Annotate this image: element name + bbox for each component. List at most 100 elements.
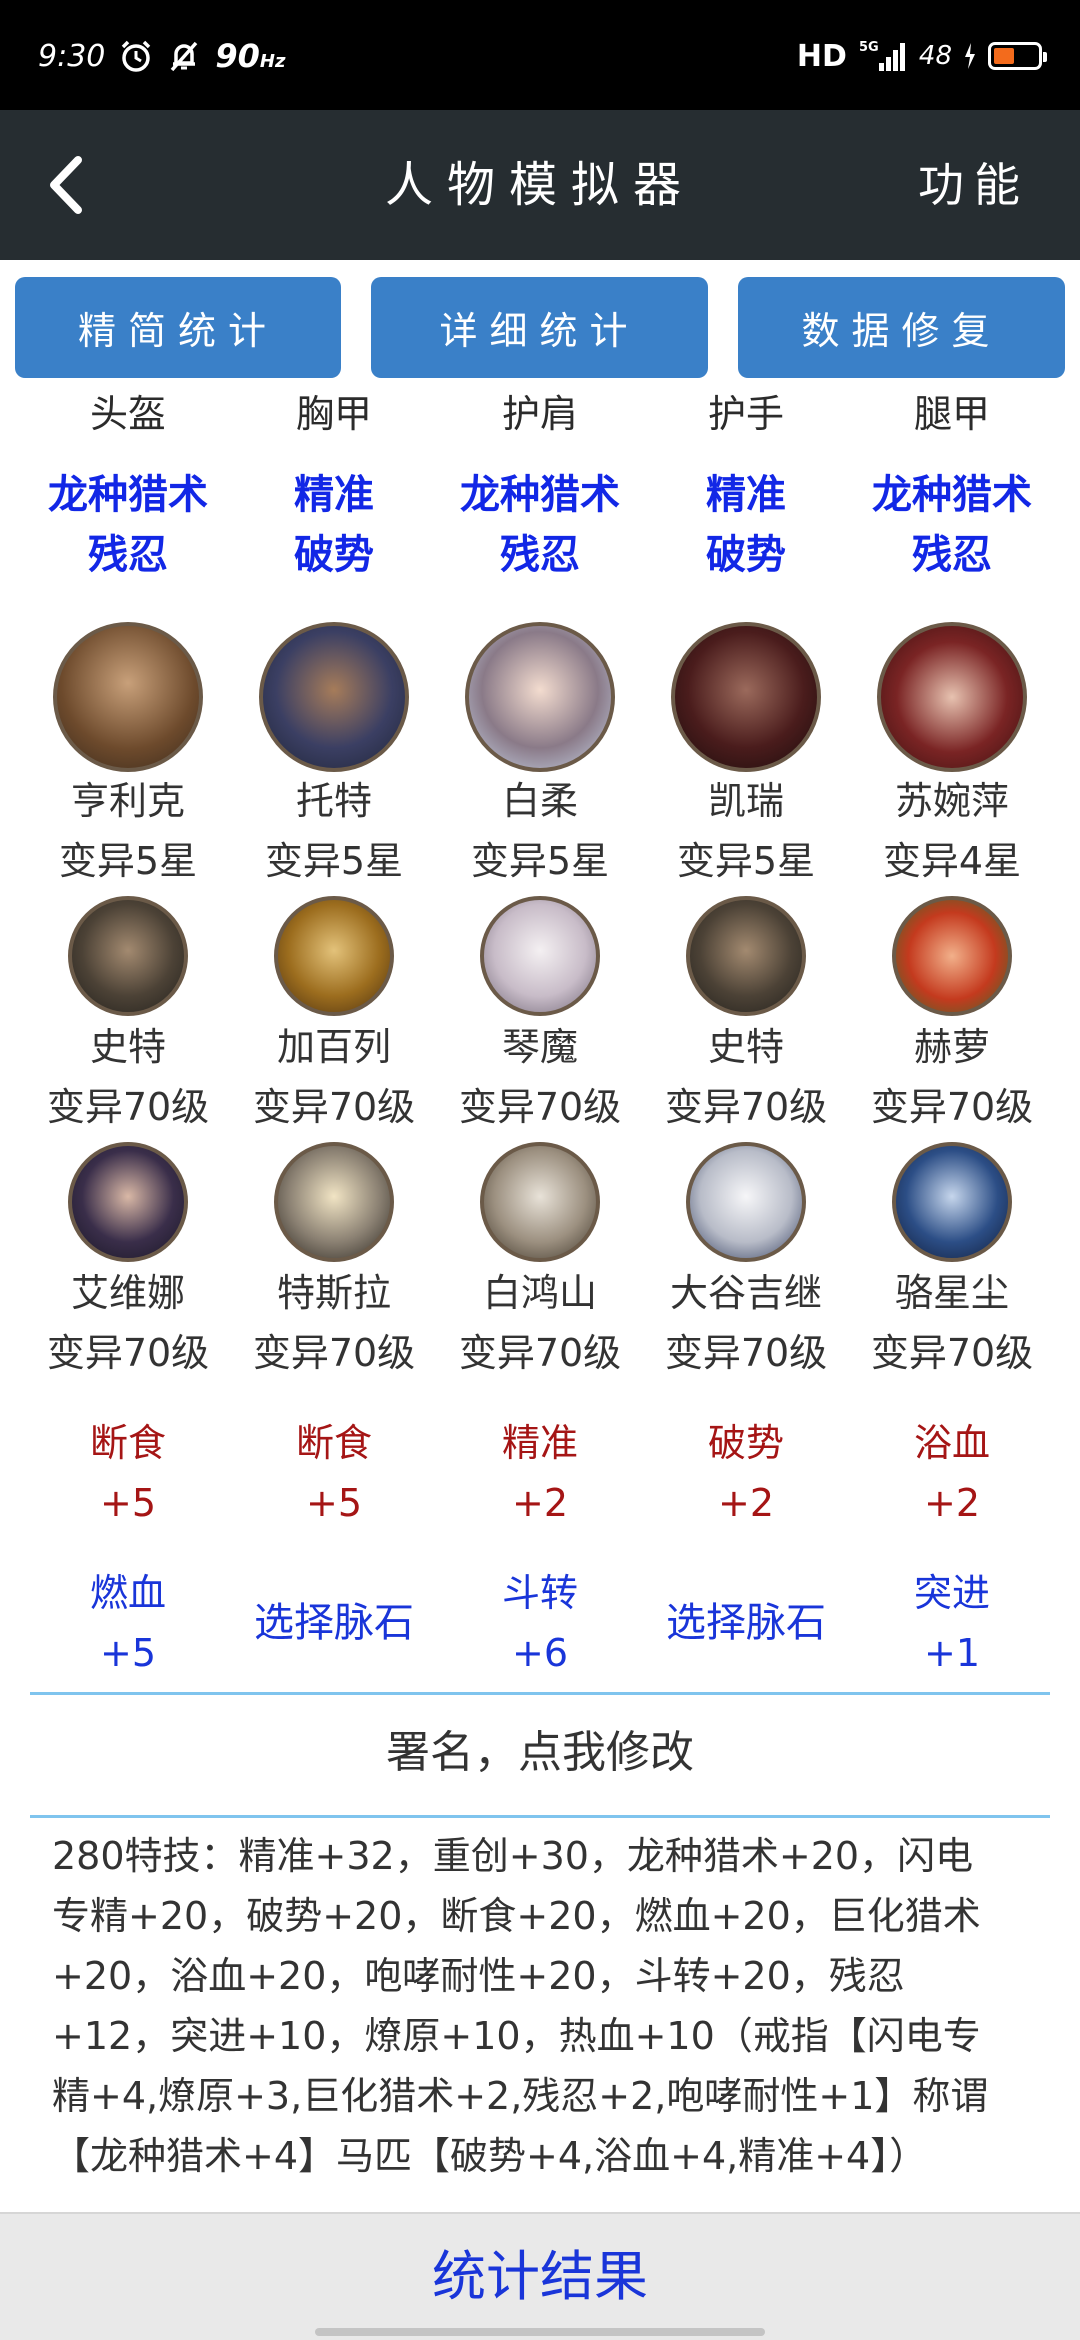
summary-line: 精+4,燎原+3,巨化猎术+2,残忍+2,咆哮耐性+1】称谓 [52,2074,989,2118]
summary-line: +12，突进+10，燎原+10，热血+10（戒指【闪电专 [52,2014,981,2058]
hero-info: 凯瑞 变异5星 [643,771,849,891]
tab-simple-stats[interactable]: 精简统计 [15,277,341,378]
vein-stone-red[interactable]: 精准 +2 [437,1413,643,1533]
hero-level: 变异70级 [252,1331,416,1375]
hero-portrait-avatar[interactable] [465,622,615,772]
vein-stone-value: +1 [923,1631,981,1675]
mute-bell-icon [171,41,198,72]
vein-stone-blue[interactable]: 斗转 +6 [437,1563,643,1683]
vein-stone-red[interactable]: 断食 +5 [25,1413,231,1533]
hero-info: 加百列 变异70级 [231,1017,437,1137]
hero-portrait-avatar[interactable] [686,1142,806,1262]
hero-portrait-avatar[interactable] [892,896,1012,1016]
hero-level: 变异70级 [46,1085,210,1129]
hero-portrait-avatar[interactable] [53,622,203,772]
equip-skill-chest[interactable]: 精准 破势 [231,465,437,585]
hero-level: 变异5星 [676,839,816,883]
hero-name: 白鸿山 [482,1271,597,1315]
equip-slot-label: 护肩 [501,392,578,436]
equip-slot-label: 腿甲 [913,392,990,436]
hero-portrait-avatar[interactable] [480,896,600,1016]
equip-skill-legs[interactable]: 龙种猎术 残忍 [849,465,1055,585]
refresh-rate: 90Hz [215,37,286,75]
hero-portrait-avatar[interactable] [480,1142,600,1262]
hero-name: 赫萝 [913,1025,990,1069]
tab-detailed-stats[interactable]: 详细统计 [371,277,708,378]
hero-level: 变异4星 [882,839,1022,883]
hero-name: 苏婉萍 [894,779,1009,823]
equip-skill-primary: 精准 [294,472,374,518]
choose-vein-stone-label: 选择脉石 [254,1600,414,1646]
vein-stone-name: 断食 [295,1421,372,1465]
hero-info: 大谷吉继 变异70级 [643,1263,849,1383]
function-menu-button[interactable]: 功能 [918,110,1030,260]
choose-vein-stone-button[interactable]: 选择脉石 [643,1593,849,1653]
hero-info: 艾维娜 变异70级 [25,1263,231,1383]
equip-skill-secondary: 残忍 [912,532,992,578]
hero-portrait-avatar[interactable] [686,896,806,1016]
hero-name: 史特 [707,1025,784,1069]
hero-name: 凯瑞 [707,779,784,823]
hero-name: 艾维娜 [70,1271,185,1315]
hero-level: 变异5星 [470,839,610,883]
hero-portrait-avatar[interactable] [274,1142,394,1262]
hero-portrait-avatar[interactable] [892,1142,1012,1262]
status-right: HD 5G 48 [797,30,1047,82]
equip-skill-gloves[interactable]: 精准 破势 [643,465,849,585]
hero-level: 变异70级 [252,1085,416,1129]
hero-info: 亨利克 变异5星 [25,771,231,891]
hero-name: 骆星尘 [894,1271,1009,1315]
choose-vein-stone-button[interactable]: 选择脉石 [231,1593,437,1653]
stats-result-button[interactable]: 统计结果 [0,2212,1080,2340]
network-label: 5G [859,40,879,55]
status-left: 9:30 90Hz [38,30,285,82]
hero-portrait-avatar[interactable] [68,896,188,1016]
choose-vein-stone-label: 选择脉石 [666,1600,826,1646]
tab-data-repair[interactable]: 数据修复 [738,277,1065,378]
hero-name: 白柔 [501,779,578,823]
hero-info: 史特 变异70级 [25,1017,231,1137]
vein-stone-red[interactable]: 浴血 +2 [849,1413,1055,1533]
vein-stone-blue[interactable]: 突进 +1 [849,1563,1055,1683]
hero-info: 骆星尘 变异70级 [849,1263,1055,1383]
hero-name: 亨利克 [70,779,185,823]
battery-fill [994,48,1014,64]
hero-portrait-avatar[interactable] [671,622,821,772]
summary-line: 专精+20，破势+20，断食+20，燃血+20，巨化猎术 [52,1894,981,1938]
equip-slot-label: 胸甲 [295,392,372,436]
vein-stone-name: 燃血 [89,1571,166,1615]
battery-percent: 48 [918,41,952,71]
hero-level: 变异70级 [458,1085,622,1129]
hero-name: 大谷吉继 [669,1271,822,1315]
equip-slot-label: 头盔 [89,392,166,436]
equip-slot-label: 护手 [707,392,784,436]
hero-name: 托特 [295,779,372,823]
hero-name: 史特 [89,1025,166,1069]
equip-skill-secondary: 破势 [706,532,786,578]
vein-stone-red[interactable]: 破势 +2 [643,1413,849,1533]
signature-edit-button[interactable]: 署名，点我修改 [0,1693,1080,1813]
clock-time: 9:30 [38,38,106,74]
hero-level: 变异70级 [46,1331,210,1375]
vein-stone-red[interactable]: 断食 +5 [231,1413,437,1533]
hero-name: 特斯拉 [276,1271,391,1315]
summary-line: 【龙种猎术+4】马匹【破势+4,浴血+4,精准+4】） [52,2134,928,2178]
home-indicator[interactable] [315,2328,765,2336]
equip-skill-secondary: 残忍 [88,532,168,578]
hero-portrait-avatar[interactable] [259,622,409,772]
hero-level: 变异70级 [870,1331,1034,1375]
hero-name: 加百列 [276,1025,391,1069]
hero-info: 白柔 变异5星 [437,771,643,891]
vein-stone-value: +5 [99,1481,157,1525]
back-arrow-icon[interactable] [38,152,104,218]
equip-skill-secondary: 破势 [294,532,374,578]
hero-level: 变异5星 [264,839,404,883]
vein-stone-blue[interactable]: 燃血 +5 [25,1563,231,1683]
equip-skill-shoulder[interactable]: 龙种猎术 残忍 [437,465,643,585]
hero-portrait-avatar[interactable] [877,622,1027,772]
equip-skill-primary: 龙种猎术 [48,472,208,518]
equip-skill-primary: 龙种猎术 [872,472,1032,518]
hero-portrait-avatar[interactable] [274,896,394,1016]
hero-portrait-avatar[interactable] [68,1142,188,1262]
equip-skill-helmet[interactable]: 龙种猎术 残忍 [25,465,231,585]
